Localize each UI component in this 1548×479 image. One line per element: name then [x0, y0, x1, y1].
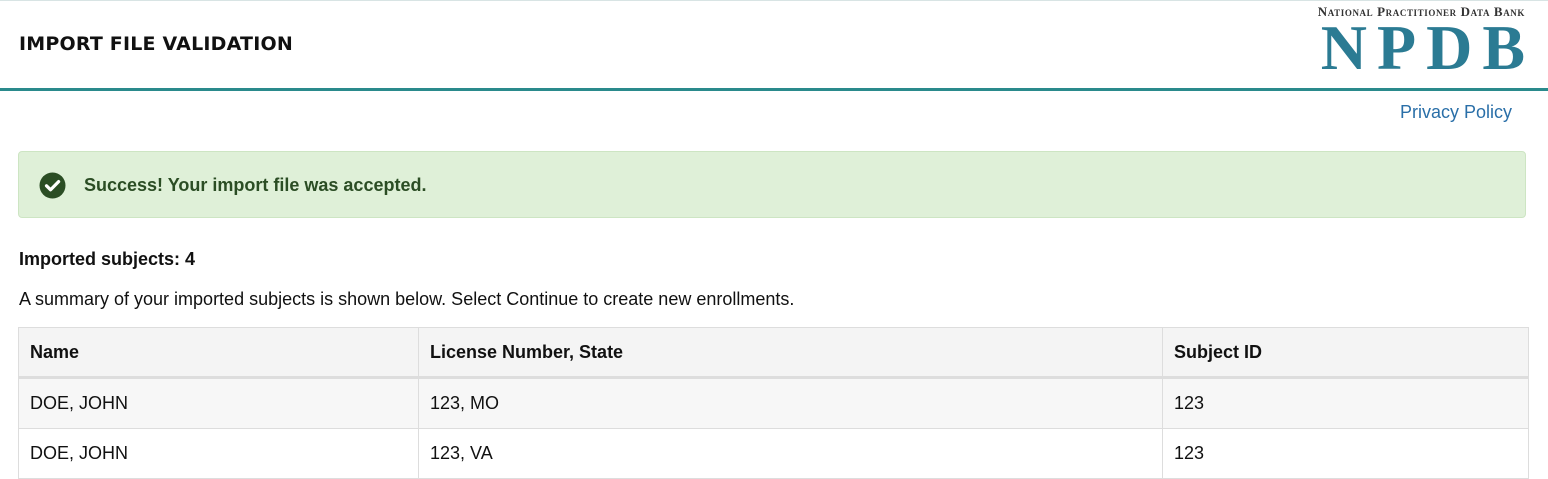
summary-description: A summary of your imported subjects is s…: [19, 289, 795, 309]
imported-subjects-value: 4: [185, 249, 196, 269]
npdb-logo: National Practitioner Data Bank NPDB: [1299, 5, 1525, 80]
page-header: IMPORT FILE VALIDATION National Practiti…: [0, 0, 1548, 91]
cell-name: DOE, JOHN: [18, 377, 419, 429]
imported-subjects-label: Imported subjects:: [19, 249, 181, 269]
check-circle-icon: [39, 172, 66, 199]
cell-license: 123, MO: [418, 377, 1163, 429]
success-alert: Success! Your import file was accepted.: [18, 151, 1526, 218]
column-header-license[interactable]: License Number, State: [418, 327, 1163, 379]
imported-subjects-count: Imported subjects: 4: [19, 249, 195, 270]
cell-subject-id: 123: [1162, 428, 1529, 479]
logo-wordmark: NPDB: [1320, 12, 1535, 83]
cell-license: 123, VA: [418, 428, 1163, 479]
table-header-row: Name License Number, State Subject ID: [18, 327, 1529, 379]
success-message: Success! Your import file was accepted.: [84, 175, 427, 195]
cell-subject-id: 123: [1162, 377, 1529, 429]
privacy-policy-link[interactable]: Privacy Policy: [1400, 102, 1512, 123]
column-header-name[interactable]: Name: [18, 327, 419, 379]
imported-subjects-table: Name License Number, State Subject ID DO…: [18, 327, 1529, 479]
table-row: DOE, JOHN 123, MO 123: [18, 377, 1529, 429]
table-row: DOE, JOHN 123, VA 123: [18, 428, 1529, 479]
column-header-subject-id[interactable]: Subject ID: [1162, 327, 1529, 379]
page-title: IMPORT FILE VALIDATION: [19, 33, 293, 55]
cell-name: DOE, JOHN: [18, 428, 419, 479]
